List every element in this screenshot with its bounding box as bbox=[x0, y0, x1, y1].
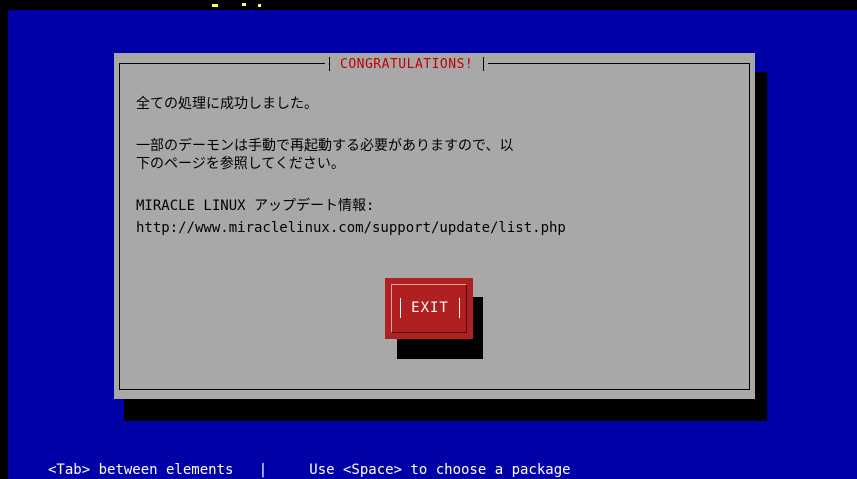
dialog-title-bar: CONGRATULATIONS! bbox=[325, 55, 489, 73]
message-update-url: http://www.miraclelinux.com/support/upda… bbox=[136, 220, 566, 236]
exit-button-label: EXIT bbox=[400, 298, 460, 318]
exit-button[interactable]: EXIT bbox=[385, 278, 473, 339]
exit-button-inner-frame: EXIT bbox=[391, 284, 467, 333]
message-restart-line2: 下のページを参照してください。 bbox=[136, 156, 345, 172]
terminal-screen: CONGRATULATIONS! 全ての処理に成功しました。 一部のデーモンは手… bbox=[0, 0, 857, 479]
dialog-frame-bottom bbox=[119, 389, 750, 390]
message-success: 全ての処理に成功しました。 bbox=[136, 96, 318, 112]
message-update-info-label: MIRACLE LINUX アップデート情報: bbox=[136, 198, 375, 214]
footer-help-text: <Tab> between elements | Use <Space> to … bbox=[48, 462, 571, 478]
dialog-frame-right bbox=[749, 63, 750, 390]
title-bracket-right bbox=[483, 57, 485, 71]
dialog-frame-left bbox=[119, 63, 120, 390]
top-edge-artifact bbox=[212, 0, 262, 10]
dialog-title: CONGRATULATIONS! bbox=[340, 56, 474, 72]
message-restart-line1: 一部のデーモンは手動で再起動する必要がありますので、以 bbox=[136, 138, 514, 154]
